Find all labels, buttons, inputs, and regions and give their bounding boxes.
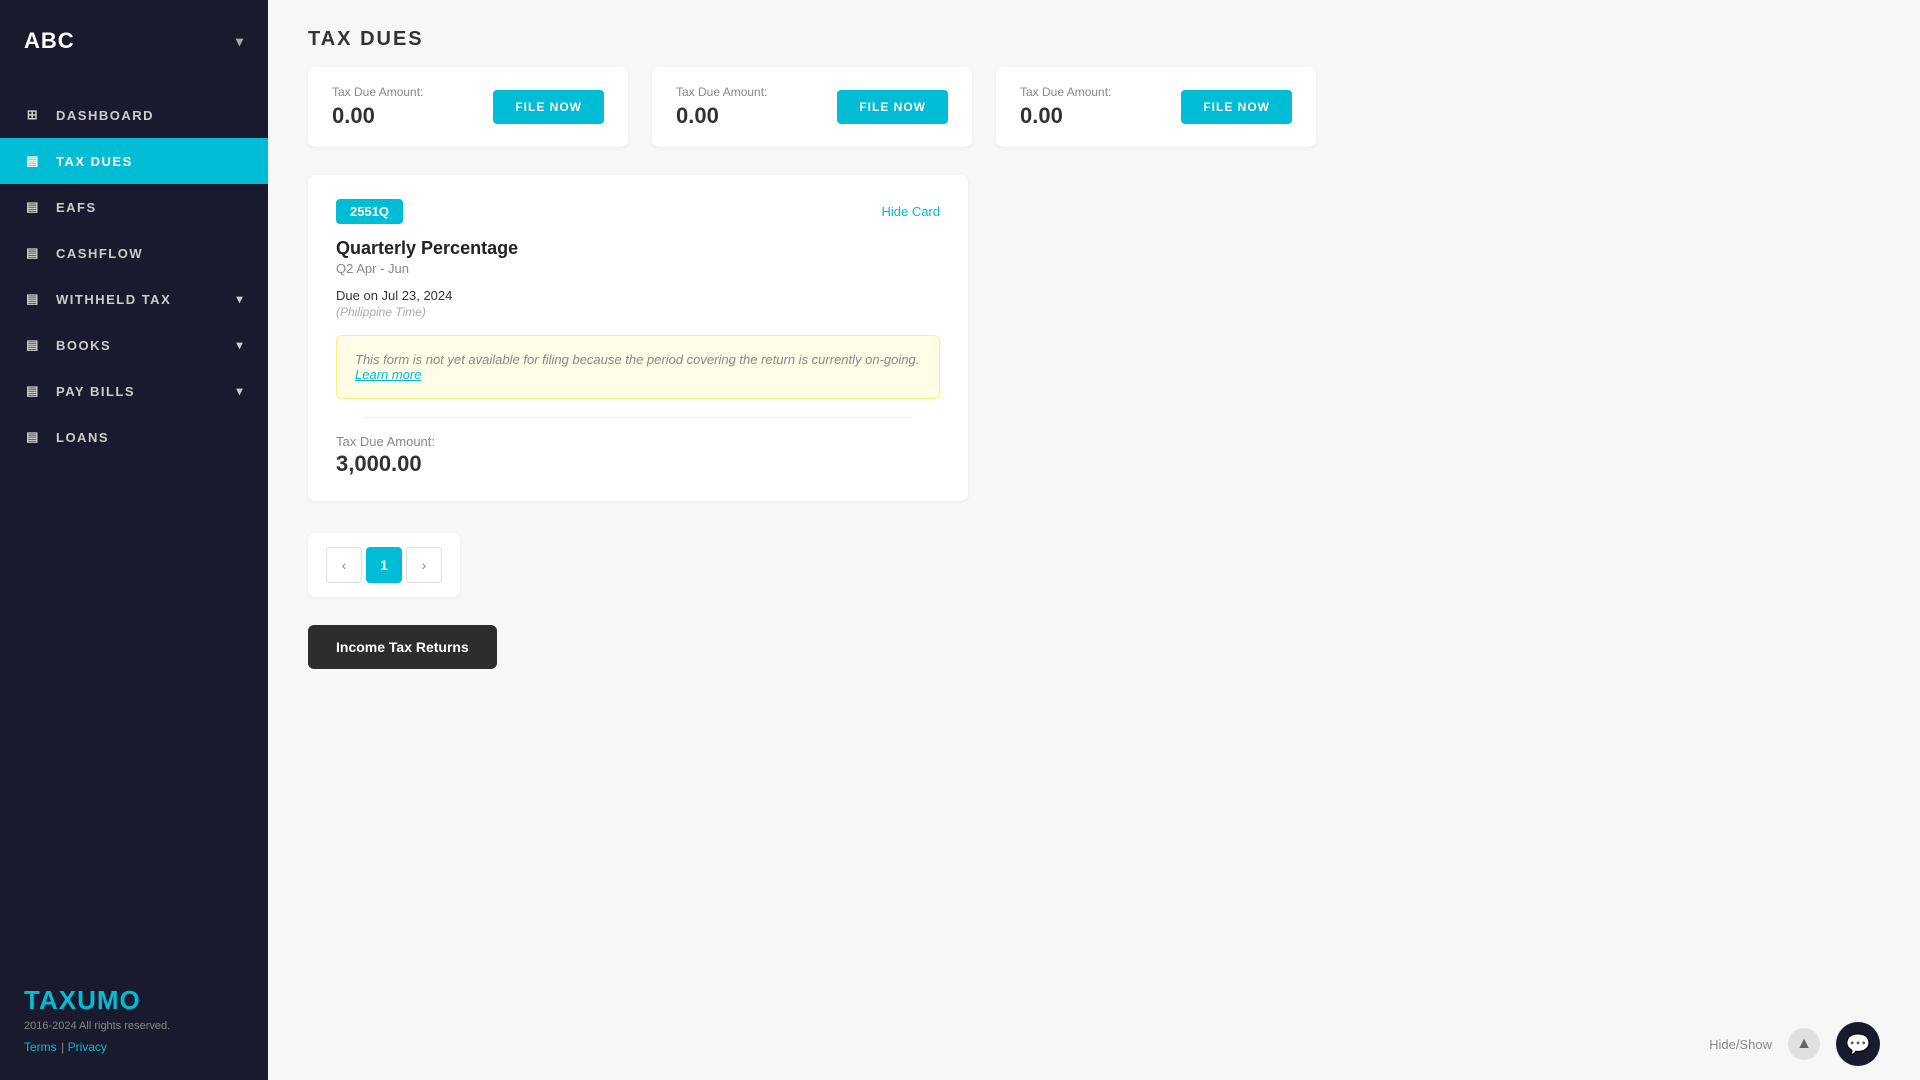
logo-prefix: TAX bbox=[24, 985, 77, 1015]
form-title: Quarterly Percentage bbox=[336, 238, 940, 259]
warning-box: This form is not yet available for filin… bbox=[336, 335, 940, 399]
hide-card-link[interactable]: Hide Card bbox=[881, 204, 940, 219]
sidebar-item-loans[interactable]: ▤ LOANS bbox=[0, 414, 268, 460]
company-name: ABC bbox=[24, 28, 75, 54]
sidebar-item-label: WITHHELD TAX bbox=[56, 292, 171, 307]
tax-due-label: Tax Due Amount: bbox=[336, 434, 940, 449]
sidebar-item-label: DASHBOARD bbox=[56, 108, 154, 123]
sidebar-item-tax-dues[interactable]: ▤ TAX DUES bbox=[0, 138, 268, 184]
sidebar-item-pay-bills[interactable]: ▤ PAY BILLS ▾ bbox=[0, 368, 268, 414]
dashboard-icon: ⊞ bbox=[24, 106, 42, 124]
form-due-date: Due on Jul 23, 2024 bbox=[336, 288, 940, 303]
privacy-link[interactable]: Privacy bbox=[61, 1040, 107, 1054]
form-badge: 2551Q bbox=[336, 199, 403, 224]
footer-links: Terms Privacy bbox=[24, 1038, 244, 1056]
sidebar-item-label: EAFS bbox=[56, 200, 97, 215]
scroll-top-button[interactable]: ▲ bbox=[1788, 1028, 1820, 1060]
form-card-header: 2551Q Hide Card bbox=[336, 199, 940, 224]
taxumo-logo: TAXUMO bbox=[24, 985, 244, 1016]
sidebar-item-label: BOOKS bbox=[56, 338, 111, 353]
page-title: TAX DUES bbox=[268, 0, 1920, 67]
card-3-amount: 0.00 bbox=[1020, 103, 1111, 129]
cashflow-icon: ▤ bbox=[24, 244, 42, 262]
card-1-left: Tax Due Amount: 0.00 bbox=[332, 85, 423, 129]
form-tax-due-section: Tax Due Amount: 3,000.00 bbox=[336, 418, 940, 477]
pay-bills-chevron: ▾ bbox=[236, 384, 244, 398]
eafs-icon: ▤ bbox=[24, 198, 42, 216]
sidebar-item-books[interactable]: ▤ BOOKS ▾ bbox=[0, 322, 268, 368]
tax-due-amount: 3,000.00 bbox=[336, 451, 940, 477]
card-3-left: Tax Due Amount: 0.00 bbox=[1020, 85, 1111, 129]
bottom-bar: Hide/Show ▲ 💬 bbox=[268, 1008, 1920, 1080]
tax-card-3: Tax Due Amount: 0.00 FILE NOW bbox=[996, 67, 1316, 147]
card-3-label: Tax Due Amount: bbox=[1020, 85, 1111, 99]
copyright-text: 2016-2024 All rights reserved. bbox=[24, 1020, 244, 1032]
withheld-tax-chevron: ▾ bbox=[236, 292, 244, 306]
sidebar-item-eafs[interactable]: ▤ EAFS bbox=[0, 184, 268, 230]
logo-suffix: UMO bbox=[77, 985, 141, 1015]
top-cards-row: Tax Due Amount: 0.00 FILE NOW Tax Due Am… bbox=[268, 67, 1920, 147]
chat-icon: 💬 bbox=[1846, 1032, 1871, 1057]
sidebar-nav: ⊞ DASHBOARD ▤ TAX DUES ▤ EAFS ▤ CASHFLOW… bbox=[0, 82, 268, 961]
warning-text: This form is not yet available for filin… bbox=[355, 352, 919, 367]
sidebar-header: ABC ▾ bbox=[0, 0, 268, 82]
books-icon: ▤ bbox=[24, 336, 42, 354]
books-chevron: ▾ bbox=[236, 338, 244, 352]
form-due-timezone: (Philippine Time) bbox=[336, 305, 940, 319]
withheld-tax-icon: ▤ bbox=[24, 290, 42, 308]
hide-show-label[interactable]: Hide/Show bbox=[1709, 1037, 1772, 1052]
card-1-label: Tax Due Amount: bbox=[332, 85, 423, 99]
tax-dues-icon: ▤ bbox=[24, 152, 42, 170]
form-period: Q2 Apr - Jun bbox=[336, 261, 940, 276]
file-now-button-3[interactable]: FILE NOW bbox=[1181, 90, 1292, 124]
sidebar-item-label: PAY BILLS bbox=[56, 384, 135, 399]
tax-card-2: Tax Due Amount: 0.00 FILE NOW bbox=[652, 67, 972, 147]
card-1-amount: 0.00 bbox=[332, 103, 423, 129]
card-2-label: Tax Due Amount: bbox=[676, 85, 767, 99]
sidebar-item-cashflow[interactable]: ▤ CASHFLOW bbox=[0, 230, 268, 276]
form-2551q-card: 2551Q Hide Card Quarterly Percentage Q2 … bbox=[308, 175, 968, 501]
company-chevron[interactable]: ▾ bbox=[236, 33, 244, 50]
sidebar: ABC ▾ ⊞ DASHBOARD ▤ TAX DUES ▤ EAFS ▤ CA… bbox=[0, 0, 268, 1080]
chat-button[interactable]: 💬 bbox=[1836, 1022, 1880, 1066]
pagination-prev[interactable]: ‹ bbox=[326, 547, 362, 583]
pagination-page-1[interactable]: 1 bbox=[366, 547, 402, 583]
income-tax-returns-button[interactable]: Income Tax Returns bbox=[308, 625, 497, 669]
main-content: TAX DUES Tax Due Amount: 0.00 FILE NOW T… bbox=[268, 0, 1920, 1080]
sidebar-item-label: CASHFLOW bbox=[56, 246, 143, 261]
learn-more-link[interactable]: Learn more bbox=[355, 367, 421, 382]
pagination: ‹ 1 › bbox=[308, 533, 460, 597]
sidebar-item-label: TAX DUES bbox=[56, 154, 133, 169]
pagination-next[interactable]: › bbox=[406, 547, 442, 583]
pay-bills-icon: ▤ bbox=[24, 382, 42, 400]
tax-card-1: Tax Due Amount: 0.00 FILE NOW bbox=[308, 67, 628, 147]
file-now-button-1[interactable]: FILE NOW bbox=[493, 90, 604, 124]
loans-icon: ▤ bbox=[24, 428, 42, 446]
card-2-left: Tax Due Amount: 0.00 bbox=[676, 85, 767, 129]
sidebar-footer: TAXUMO 2016-2024 All rights reserved. Te… bbox=[0, 961, 268, 1080]
file-now-button-2[interactable]: FILE NOW bbox=[837, 90, 948, 124]
sidebar-item-dashboard[interactable]: ⊞ DASHBOARD bbox=[0, 92, 268, 138]
terms-link[interactable]: Terms bbox=[24, 1040, 57, 1054]
sidebar-item-withheld-tax[interactable]: ▤ WITHHELD TAX ▾ bbox=[0, 276, 268, 322]
card-2-amount: 0.00 bbox=[676, 103, 767, 129]
sidebar-item-label: LOANS bbox=[56, 430, 109, 445]
